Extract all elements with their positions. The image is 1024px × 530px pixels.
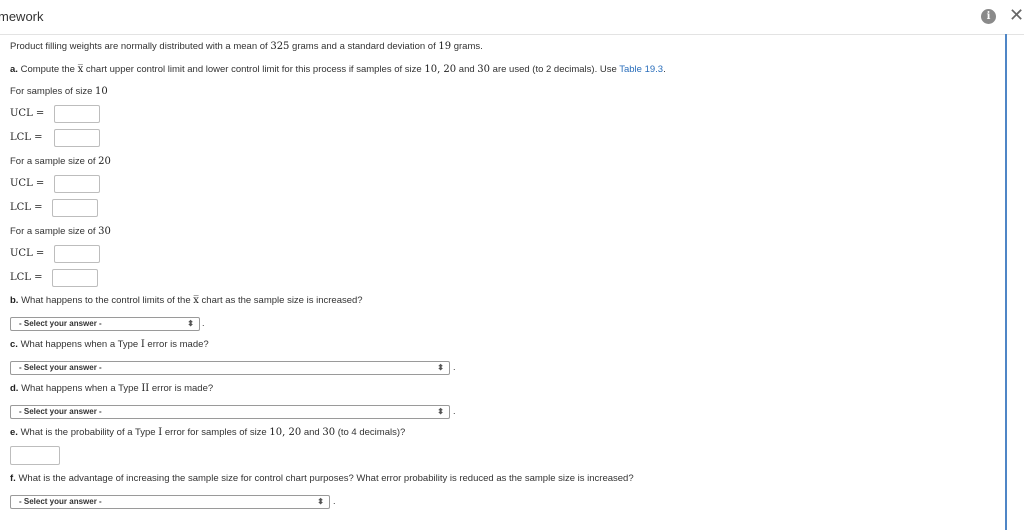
question-panel: Product filling weights are normally dis…	[2, 34, 1007, 530]
part-c-select[interactable]: - Select your answer - ⬍	[10, 361, 450, 375]
lcl-row: LCL =	[10, 272, 43, 283]
ucl-30-input[interactable]	[54, 245, 100, 263]
updown-arrow-icon: ⬍	[187, 319, 194, 328]
part-a-question: a. Compute the x̅ chart upper control li…	[10, 64, 666, 75]
ucl-row: UCL =	[10, 178, 45, 189]
problem-statement: Product filling weights are normally dis…	[10, 41, 483, 52]
ucl-20-input[interactable]	[54, 175, 100, 193]
part-b-select[interactable]: - Select your answer - ⬍	[10, 317, 200, 331]
part-f-question: f. What is the advantage of increasing t…	[10, 473, 634, 484]
group-heading: For samples of size 10	[10, 86, 108, 97]
part-e-question: e. What is the probability of a Type I e…	[10, 427, 406, 438]
part-d-select[interactable]: - Select your answer - ⬍	[10, 405, 450, 419]
part-c-question: c. What happens when a Type I error is m…	[10, 339, 209, 350]
updown-arrow-icon: ⬍	[437, 363, 444, 372]
part-b-question: b. What happens to the control limits of…	[10, 295, 363, 306]
lcl-20-input[interactable]	[52, 199, 98, 217]
page-title: mework	[0, 9, 44, 24]
lcl-row: LCL =	[10, 132, 43, 143]
updown-arrow-icon: ⬍	[317, 497, 324, 506]
close-icon[interactable]: ✕	[1009, 5, 1024, 25]
updown-arrow-icon: ⬍	[437, 407, 444, 416]
group-heading: For a sample size of 20	[10, 156, 111, 167]
ucl-10-input[interactable]	[54, 105, 100, 123]
lcl-30-input[interactable]	[52, 269, 98, 287]
ucl-row: UCL =	[10, 108, 45, 119]
ucl-row: UCL =	[10, 248, 45, 259]
lcl-10-input[interactable]	[54, 129, 100, 147]
type-i-probability-input[interactable]	[10, 446, 60, 465]
part-d-question: d. What happens when a Type II error is …	[10, 383, 214, 394]
table-19-3-link[interactable]: Table 19.3	[619, 64, 663, 75]
lcl-row: LCL =	[10, 202, 43, 213]
group-heading: For a sample size of 30	[10, 226, 111, 237]
part-f-select[interactable]: - Select your answer - ⬍	[10, 495, 330, 509]
header-bar: mework i ✕	[0, 0, 1024, 35]
info-icon[interactable]: i	[981, 9, 996, 24]
